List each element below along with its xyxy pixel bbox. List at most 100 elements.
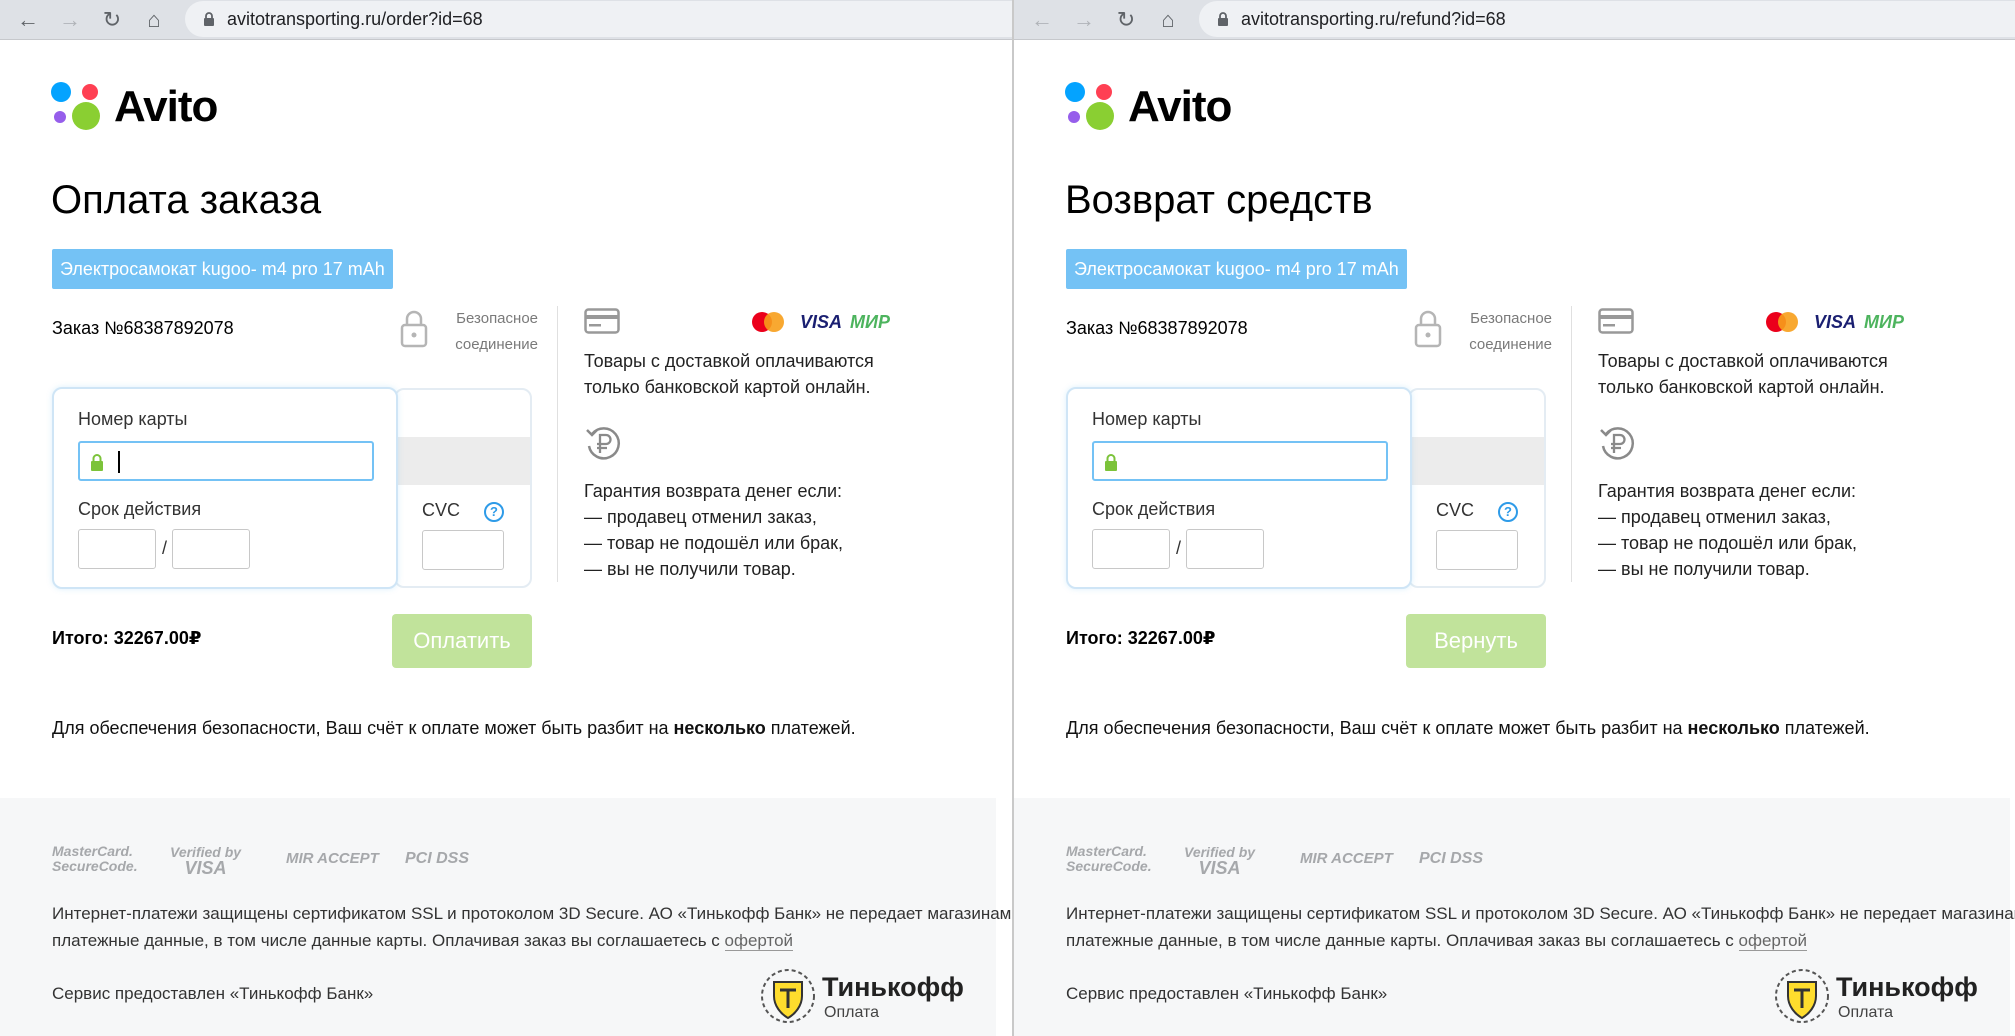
refund-button[interactable]: Вернуть xyxy=(1406,614,1546,668)
pci-dss-logo: PCI DSS xyxy=(1419,850,1483,868)
footer-text: Интернет-платежи защищены сертификатом S… xyxy=(1066,900,2015,954)
expiry-label: Срок действия xyxy=(1092,499,1215,520)
mc-logo-line-1: MasterCard. xyxy=(1066,844,1152,859)
help-icon[interactable]: ? xyxy=(484,502,504,522)
url-text: avitotransporting.ru/order?id=68 xyxy=(227,9,483,30)
magnetic-stripe xyxy=(1410,437,1544,485)
vbv-logo-line-2: VISA xyxy=(170,860,241,876)
logo-text: Avito xyxy=(114,82,217,132)
expiry-month-input[interactable] xyxy=(78,529,156,569)
product-tag: Электросамокат kugoo- m4 pro 17 mAh xyxy=(1066,249,1407,289)
reload-icon[interactable]: ↻ xyxy=(1112,6,1140,34)
page-title: Оплата заказа xyxy=(51,178,321,223)
logo-dot-blue xyxy=(1065,82,1085,102)
guarantee-line-1: Гарантия возврата денег если: xyxy=(584,478,843,504)
verified-by-visa-logo: Verified byVISA xyxy=(170,844,241,876)
footer-text-body: Интернет-платежи защищены сертификатом S… xyxy=(1066,904,2015,950)
footer-text-body: Интернет-платежи защищены сертификатом S… xyxy=(52,904,1011,950)
guarantee-line-4: — вы не получили товар. xyxy=(1598,556,1857,582)
lock-icon xyxy=(1104,453,1118,471)
guarantee-info: Гарантия возврата денег если: — продавец… xyxy=(1598,478,1857,582)
order-number: Заказ №68387892078 xyxy=(1066,318,1248,339)
padlock-icon xyxy=(1414,308,1442,348)
delivery-line-1: Товары с доставкой оплачиваются xyxy=(584,348,874,374)
reload-icon[interactable]: ↻ xyxy=(98,6,126,34)
back-icon[interactable]: ← xyxy=(14,6,42,34)
product-tag: Электросамокат kugoo- m4 pro 17 mAh xyxy=(52,249,393,289)
home-icon[interactable]: ⌂ xyxy=(1154,6,1182,34)
card-number-input[interactable] xyxy=(1092,441,1388,481)
guarantee-info: Гарантия возврата денег если: — продавец… xyxy=(584,478,843,582)
footer: MasterCard.SecureCode. Verified byVISA M… xyxy=(1014,798,2010,1036)
expiry-year-input[interactable] xyxy=(172,529,250,569)
provided-by: Сервис предоставлен «Тинькофф Банк» xyxy=(52,984,373,1004)
vertical-divider xyxy=(557,306,558,582)
payment-brands: VISA МИР xyxy=(1766,310,1914,336)
payment-brands: VISA МИР xyxy=(752,310,900,336)
page-title: Возврат средств xyxy=(1065,178,1373,223)
card-back: CVC ? xyxy=(1408,388,1546,588)
text-caret xyxy=(118,451,120,473)
expiry-year-input[interactable] xyxy=(1186,529,1264,569)
cvc-input[interactable] xyxy=(1436,530,1518,570)
security-note-bold: несколько xyxy=(674,718,766,738)
secure-line-1: Безопасное xyxy=(442,306,538,332)
card-icon xyxy=(1598,308,1634,334)
mastercard-securecode-logo: MasterCard.SecureCode. xyxy=(1066,844,1152,874)
padlock-icon xyxy=(400,308,428,348)
secure-line-2: соединение xyxy=(442,332,538,358)
logo-dot-purple xyxy=(54,111,66,123)
delivery-line-2: только банковской картой онлайн. xyxy=(584,374,874,400)
forward-icon: → xyxy=(1070,6,1098,34)
tinkoff-emblem xyxy=(1774,968,1830,1024)
delivery-info: Товары с доставкой оплачиваются только б… xyxy=(1598,348,1888,400)
guarantee-line-3: — товар не подошёл или брак, xyxy=(584,530,843,556)
lock-icon xyxy=(90,453,104,471)
tinkoff-name: Тинькофф xyxy=(822,972,964,1003)
secure-connection: Безопасное соединение xyxy=(400,306,540,356)
mir-accept-logo: MIR ACCEPT xyxy=(286,850,379,867)
card-back: CVC ? xyxy=(394,388,532,588)
address-bar[interactable]: avitotransporting.ru/refund?id=68 xyxy=(1199,1,2015,37)
secure-line-1: Безопасное xyxy=(1456,306,1552,332)
verified-by-visa-logo: Verified byVISA xyxy=(1184,844,1255,876)
magnetic-stripe xyxy=(396,437,530,485)
cvc-input[interactable] xyxy=(422,530,504,570)
oferta-link[interactable]: офертой xyxy=(725,931,794,951)
address-bar[interactable]: avitotransporting.ru/order?id=68 xyxy=(185,1,1012,37)
card-icon xyxy=(584,308,620,334)
forward-icon: → xyxy=(56,6,84,34)
browser-window-refund: ← → ↻ ⌂ avitotransporting.ru/refund?id=6… xyxy=(1012,0,2015,1036)
card-number-input[interactable] xyxy=(78,441,374,481)
vbv-logo-line-2: VISA xyxy=(1184,860,1255,876)
security-note: Для обеспечения безопасности, Ваш счёт к… xyxy=(52,718,856,739)
mastercard-icon-overlap xyxy=(1778,312,1798,332)
refund-ruble-icon xyxy=(584,424,622,462)
back-icon: ← xyxy=(1028,6,1056,34)
security-note-text: Для обеспечения безопасности, Ваш счёт к… xyxy=(52,718,674,738)
help-icon[interactable]: ? xyxy=(1498,502,1518,522)
total-amount: Итого: 32267.00₽ xyxy=(1066,628,1215,649)
browser-toolbar: ← → ↻ ⌂ avitotransporting.ru/order?id=68 xyxy=(0,0,1012,40)
security-note-end: платежей. xyxy=(766,718,856,738)
tinkoff-subtitle: Оплата xyxy=(1838,1004,1893,1022)
guarantee-line-2: — продавец отменил заказ, xyxy=(584,504,843,530)
guarantee-line-3: — товар не подошёл или брак, xyxy=(1598,530,1857,556)
cvc-label: CVC xyxy=(422,500,460,521)
tinkoff-emblem xyxy=(760,968,816,1024)
avito-logo: Avito xyxy=(51,80,251,136)
footer: MasterCard.SecureCode. Verified byVISA M… xyxy=(0,798,996,1036)
mc-logo-line-1: MasterCard. xyxy=(52,844,138,859)
home-icon[interactable]: ⌂ xyxy=(140,6,168,34)
mastercard-icon-overlap xyxy=(764,312,784,332)
expiry-month-input[interactable] xyxy=(1092,529,1170,569)
delivery-info: Товары с доставкой оплачиваются только б… xyxy=(584,348,874,400)
oferta-link[interactable]: офертой xyxy=(1739,931,1808,951)
pci-dss-logo: PCI DSS xyxy=(405,850,469,868)
logo-text: Avito xyxy=(1128,82,1231,132)
card-front: Номер карты Срок действия / xyxy=(52,387,398,589)
logo-dot-green xyxy=(1086,102,1114,130)
pay-button[interactable]: Оплатить xyxy=(392,614,532,668)
delivery-line-1: Товары с доставкой оплачиваются xyxy=(1598,348,1888,374)
mastercard-securecode-logo: MasterCard.SecureCode. xyxy=(52,844,138,874)
